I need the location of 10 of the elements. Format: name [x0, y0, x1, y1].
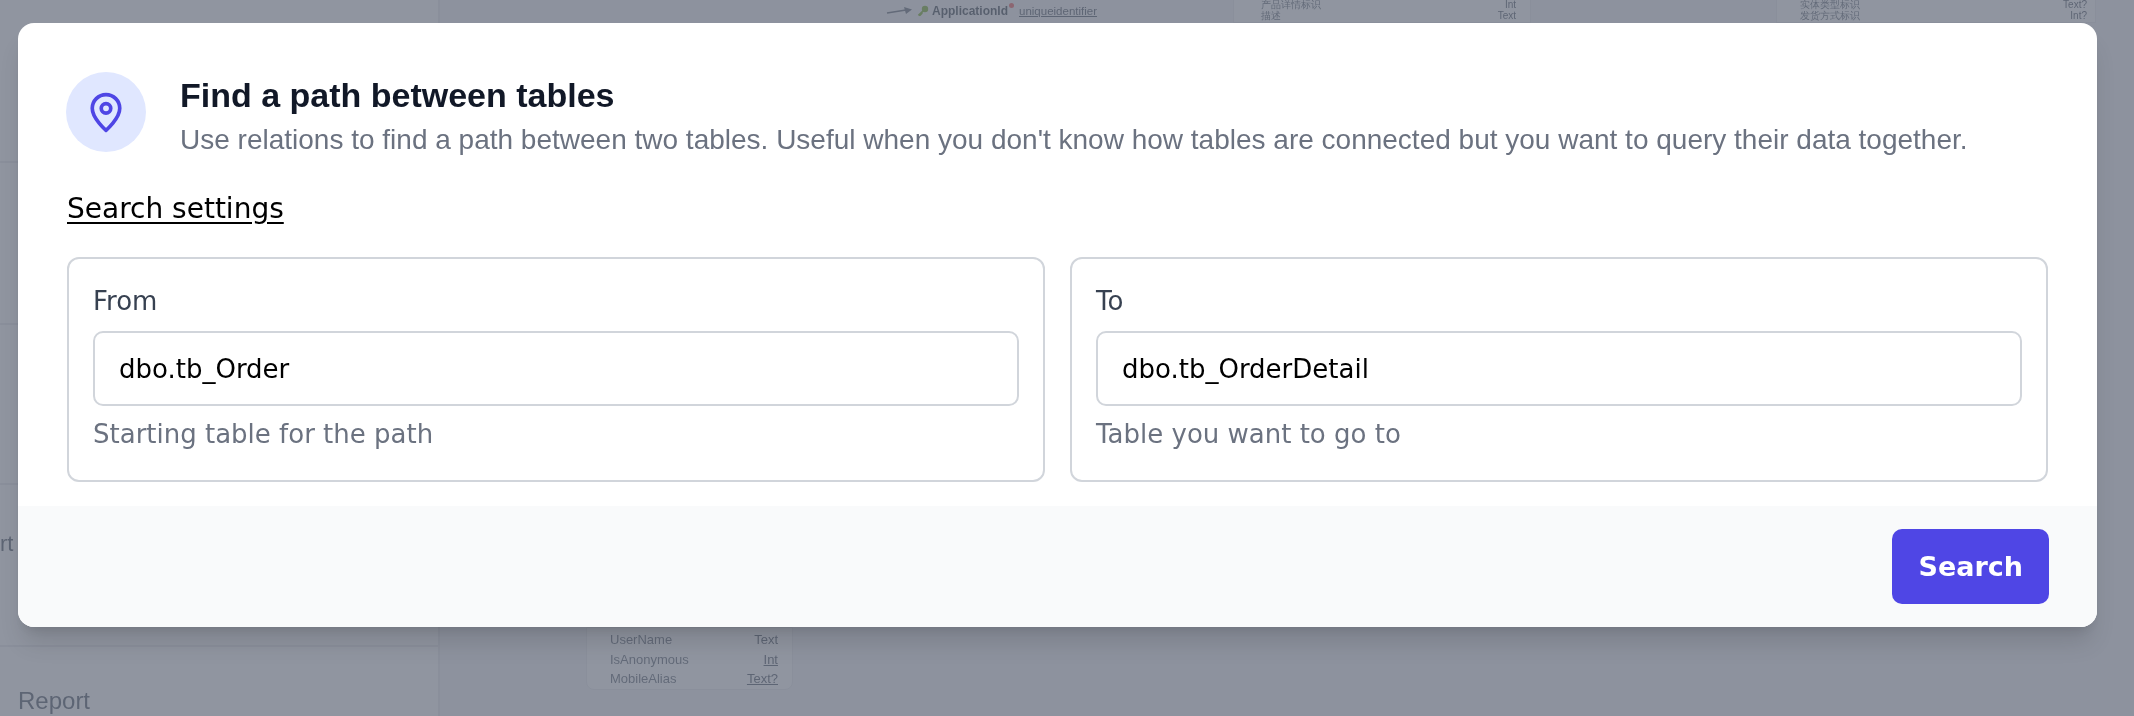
table-input-field[interactable]: dbo.tb_OrderDetail: [1096, 331, 2022, 406]
search-button[interactable]: Search: [1892, 529, 2049, 604]
dialog-description: Use relations to find a path between two tables. Useful when you don't know how tables are connected but you want to query their data together.: [180, 123, 1968, 157]
dialog-title: Find a path between tables: [180, 75, 616, 115]
field-hint: Starting table for the path: [93, 418, 435, 451]
search-settings-link[interactable]: Search settings: [67, 191, 284, 227]
field-label: From: [93, 285, 159, 318]
field-label: To: [1096, 285, 1125, 318]
field-hint: Table you want to go to: [1096, 418, 1402, 451]
table-input-field[interactable]: dbo.tb_Order: [93, 331, 1019, 406]
